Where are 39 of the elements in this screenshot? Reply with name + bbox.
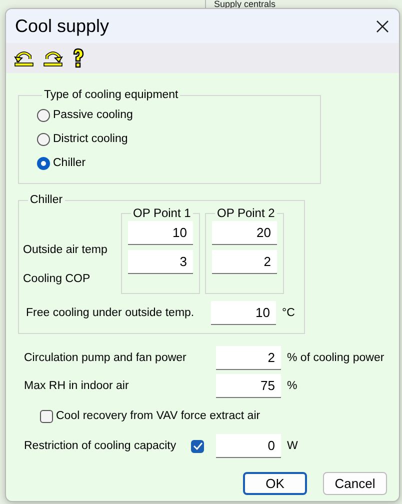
panel-heading: Supply centrals (214, 0, 276, 8)
field-label: Circulation pump and fan power (23, 352, 188, 364)
radio-label[interactable]: District cooling (53, 133, 128, 145)
field-label: Restriction of cooling capacity (24, 440, 176, 452)
field-label: Max RH in indoor air (23, 380, 130, 392)
radio-label[interactable]: Chiller (53, 157, 86, 169)
input-field[interactable]: 2 (212, 250, 277, 274)
radio-button[interactable] (37, 156, 50, 170)
input-field[interactable]: 75 (216, 374, 281, 398)
close-icon[interactable] (376, 20, 389, 32)
input-field[interactable]: 20 (212, 221, 277, 245)
window-title: Cool supply (15, 16, 110, 36)
unit-label: % (287, 380, 298, 392)
radio-label[interactable]: Passive cooling (53, 109, 133, 121)
unit-label: W (287, 440, 298, 452)
column-heading: OP Point 2 (216, 206, 276, 220)
checkbox[interactable] (191, 440, 204, 452)
row-label: Outside air temp (23, 243, 108, 258)
unit-label: °C (282, 307, 295, 319)
cancel-button[interactable]: Cancel (323, 472, 387, 495)
checkbox-label[interactable]: Cool recovery from VAV force extract air (56, 410, 260, 422)
radio-button[interactable] (37, 132, 50, 146)
input-field[interactable]: 2 (216, 346, 281, 370)
column-heading: OP Point 1 (132, 206, 192, 220)
ok-button[interactable]: OK (243, 472, 307, 495)
help-icon[interactable] (72, 48, 84, 68)
row-label: Cooling COP (23, 272, 92, 287)
redo-icon[interactable] (43, 49, 63, 67)
undo-icon[interactable] (14, 49, 34, 67)
unit-label: % of cooling power (287, 352, 384, 364)
radio-button[interactable] (37, 108, 50, 122)
input-field[interactable]: 10 (128, 221, 193, 245)
input-field[interactable]: 0 (216, 434, 281, 458)
field-label: Free cooling under outside temp. (25, 307, 196, 319)
group-title: Type of cooling equipment (43, 89, 180, 101)
input-field[interactable]: 3 (128, 250, 193, 274)
group-title: Chiller (29, 194, 64, 206)
checkbox[interactable] (40, 410, 53, 422)
input-field[interactable]: 10 (211, 301, 276, 325)
